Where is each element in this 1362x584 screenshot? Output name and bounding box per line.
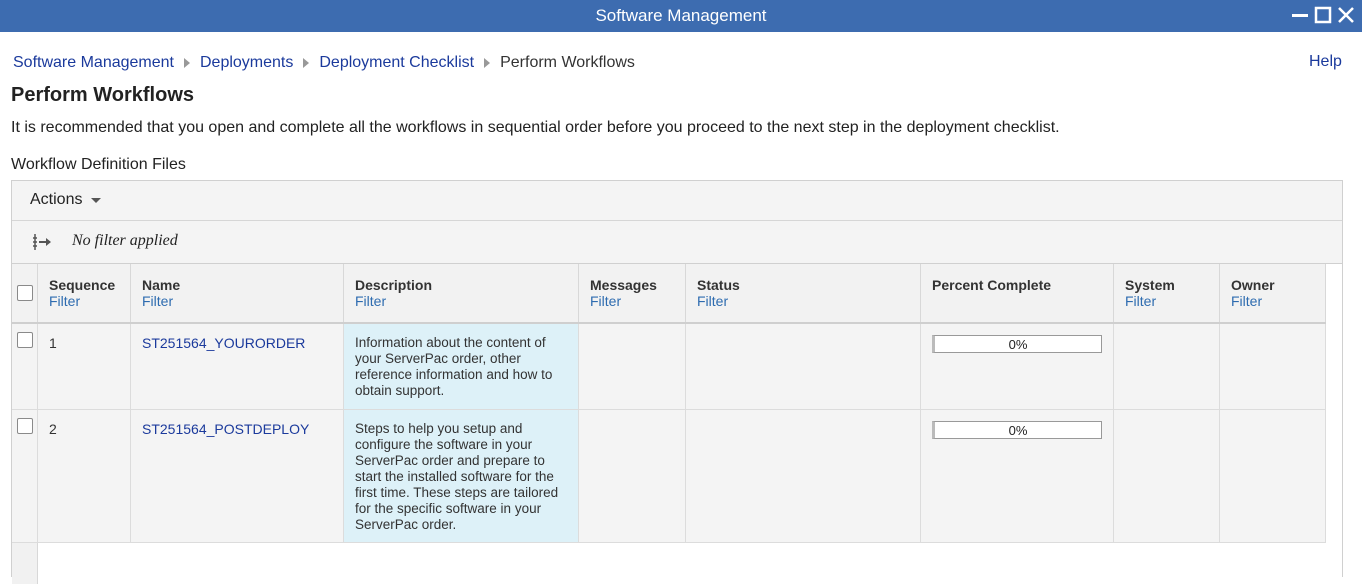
table-header: Sequence Filter Name Filter Description … xyxy=(12,264,1326,324)
column-filter-link[interactable]: Filter xyxy=(355,293,386,309)
progress-bar: 0% xyxy=(932,421,1102,439)
owner-cell xyxy=(1220,324,1326,409)
filter-status: No filter applied xyxy=(72,232,178,249)
column-header-label: Name xyxy=(142,277,181,293)
workflow-table: Actions No filter applied Sequence Filte… xyxy=(11,180,1343,584)
table-row[interactable]: 1 ST251564_YOURORDER Information about t… xyxy=(12,324,1326,410)
table-grid: Sequence Filter Name Filter Description … xyxy=(12,264,1342,584)
sequence-cell: 1 xyxy=(38,324,131,409)
select-all-checkbox[interactable] xyxy=(17,285,33,301)
column-filter-link[interactable]: Filter xyxy=(590,293,621,309)
owner-cell xyxy=(1220,410,1326,542)
column-header-label: Owner xyxy=(1231,277,1275,293)
minimize-icon[interactable] xyxy=(1290,5,1310,25)
row-checkbox[interactable] xyxy=(17,418,33,434)
column-header-label: System xyxy=(1125,277,1175,293)
description-cell: Information about the content of your Se… xyxy=(344,324,579,409)
column-header-label: Status xyxy=(697,277,740,293)
select-all-cell xyxy=(12,264,38,322)
row-checkbox[interactable] xyxy=(17,332,33,348)
column-owner[interactable]: Owner Filter xyxy=(1220,264,1326,322)
sequence-value: 2 xyxy=(49,421,57,437)
filter-bar: No filter applied xyxy=(12,221,1342,264)
column-filter-link[interactable]: Filter xyxy=(142,293,173,309)
system-cell xyxy=(1114,324,1220,409)
column-name[interactable]: Name Filter xyxy=(131,264,344,322)
sequence-value: 1 xyxy=(49,335,57,351)
breadcrumb-current: Perform Workflows xyxy=(500,54,635,71)
close-icon[interactable] xyxy=(1336,5,1356,25)
column-percent-complete[interactable]: Percent Complete xyxy=(921,264,1114,322)
column-sequence[interactable]: Sequence Filter xyxy=(38,264,131,322)
percent-cell: 0% xyxy=(921,324,1114,409)
row-select-cell xyxy=(12,324,38,409)
column-status[interactable]: Status Filter xyxy=(686,264,921,322)
name-cell: ST251564_POSTDEPLOY xyxy=(131,410,344,542)
actions-bar: Actions xyxy=(12,181,1342,221)
column-description[interactable]: Description Filter xyxy=(344,264,579,322)
window-titlebar: Software Management xyxy=(0,0,1362,32)
progress-bar: 0% xyxy=(932,335,1102,353)
table-row[interactable]: 2 ST251564_POSTDEPLOY Steps to help you … xyxy=(12,410,1326,543)
section-label: Workflow Definition Files xyxy=(11,156,186,173)
actions-button[interactable]: Actions xyxy=(30,191,102,209)
percent-cell: 0% xyxy=(921,410,1114,542)
progress-label: 0% xyxy=(1008,423,1028,438)
name-cell: ST251564_YOURORDER xyxy=(131,324,344,409)
progress-label: 0% xyxy=(1008,337,1028,352)
column-messages[interactable]: Messages Filter xyxy=(579,264,686,322)
breadcrumb-separator-icon xyxy=(303,58,310,68)
breadcrumb-separator-icon xyxy=(183,58,190,68)
column-filter-link[interactable]: Filter xyxy=(1125,293,1156,309)
description-cell: Steps to help you setup and configure th… xyxy=(344,410,579,542)
column-filter-link[interactable]: Filter xyxy=(1231,293,1262,309)
actions-label: Actions xyxy=(30,191,83,208)
maximize-icon[interactable] xyxy=(1313,5,1333,25)
messages-cell xyxy=(579,324,686,409)
status-cell xyxy=(686,410,921,542)
column-header-label: Sequence xyxy=(49,277,116,293)
column-header-label: Description xyxy=(355,277,433,293)
workflow-name-link[interactable]: ST251564_POSTDEPLOY xyxy=(142,421,309,437)
breadcrumb-software-management[interactable]: Software Management xyxy=(13,54,174,72)
breadcrumb-separator-icon xyxy=(484,58,491,68)
description-text: Information about the content of your Se… xyxy=(355,335,553,398)
caret-down-icon xyxy=(91,197,102,203)
page-intro: It is recommended that you open and comp… xyxy=(11,119,1060,136)
workflow-name-link[interactable]: ST251564_YOURORDER xyxy=(142,335,305,351)
system-cell xyxy=(1114,410,1220,542)
sequence-cell: 2 xyxy=(38,410,131,542)
column-header-label: Percent Complete xyxy=(932,277,1052,293)
help-link[interactable]: Help xyxy=(1309,53,1342,71)
filter-icon[interactable] xyxy=(32,232,54,252)
column-system[interactable]: System Filter xyxy=(1114,264,1220,322)
status-cell xyxy=(686,324,921,409)
column-filter-link[interactable]: Filter xyxy=(49,293,80,309)
column-header-label: Messages xyxy=(590,277,657,293)
breadcrumb: Software Management Deployments Deployme… xyxy=(13,53,635,73)
messages-cell xyxy=(579,410,686,542)
window-title: Software Management xyxy=(595,6,767,25)
breadcrumb-deployment-checklist[interactable]: Deployment Checklist xyxy=(319,54,474,72)
row-select-cell xyxy=(12,410,38,542)
column-filter-link[interactable]: Filter xyxy=(697,293,728,309)
breadcrumb-deployments[interactable]: Deployments xyxy=(200,54,293,72)
page-title: Perform Workflows xyxy=(11,84,194,106)
description-text: Steps to help you setup and configure th… xyxy=(355,421,559,532)
